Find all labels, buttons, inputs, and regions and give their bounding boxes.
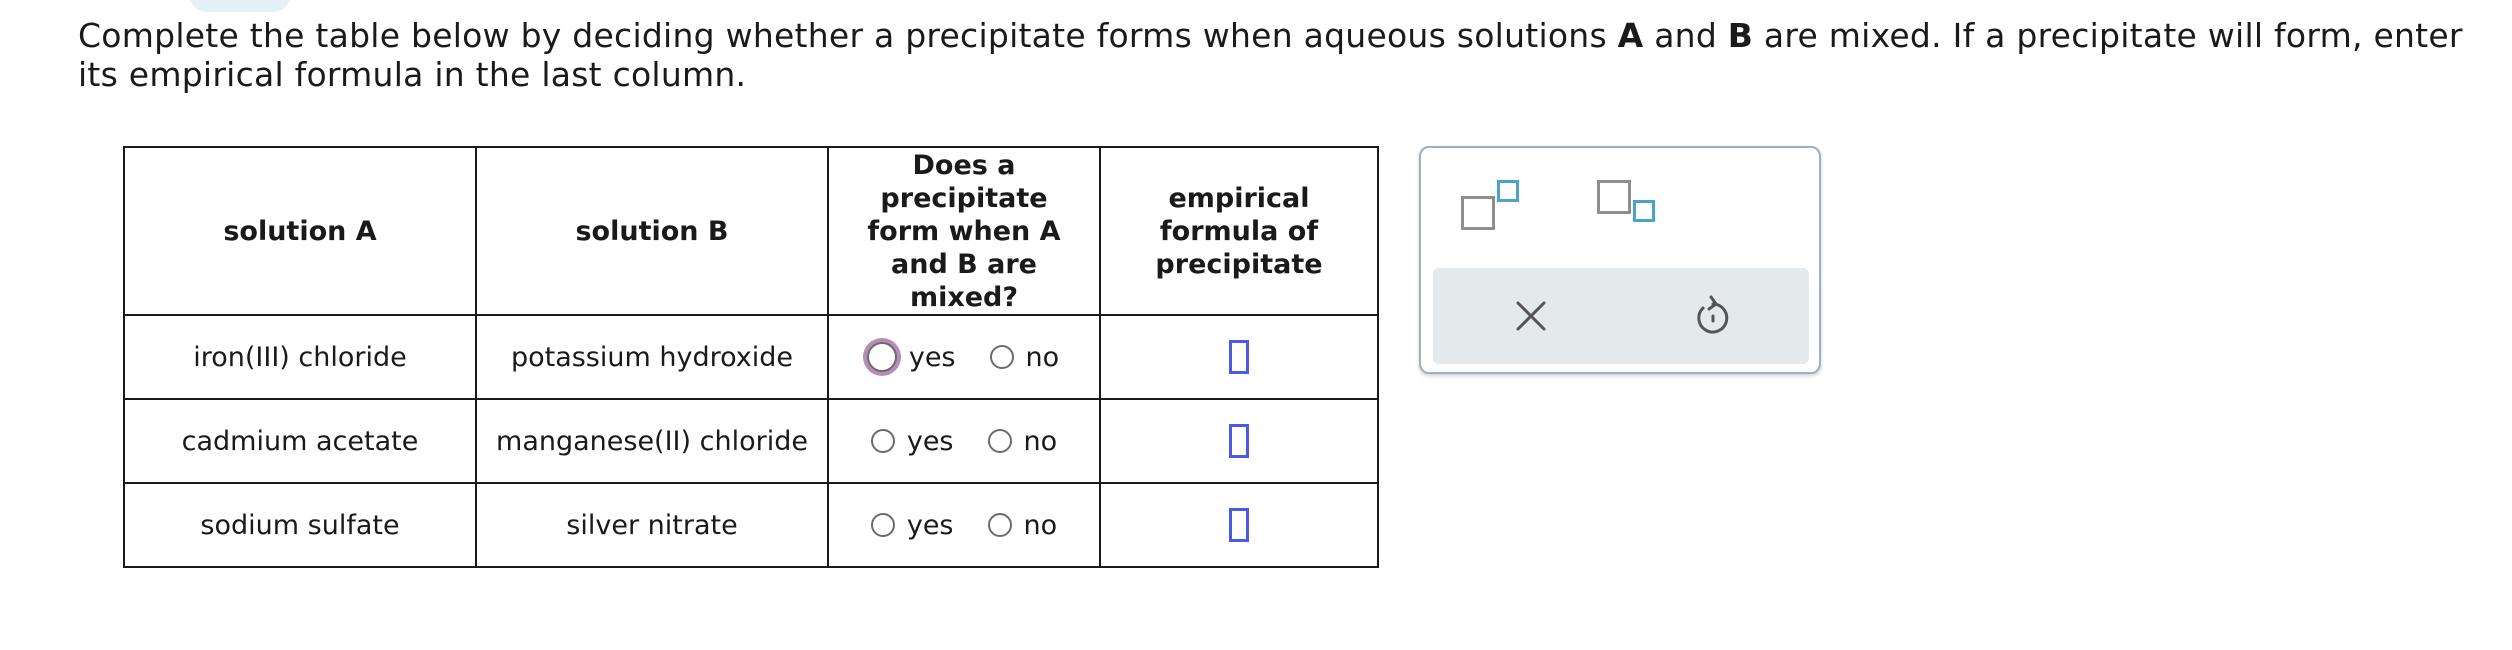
radio-no-label: no <box>1023 509 1058 541</box>
subscript-template-icon[interactable] <box>1597 180 1657 232</box>
table-row: cadmium acetate manganese(II) chloride y… <box>123 398 1379 484</box>
precipitate-radio-group: yes no <box>829 426 1099 457</box>
precipitate-table: solution A solution B Does a precipitate… <box>123 146 1379 568</box>
radio-yes[interactable]: yes <box>870 425 954 457</box>
formula-answer-box[interactable] <box>1229 424 1249 458</box>
header-empirical-formula: empirical formula of precipitate <box>1099 146 1379 316</box>
header-solution-b: solution B <box>475 146 829 316</box>
radio-no-circle[interactable] <box>989 345 1014 369</box>
precipitate-radio-group: yes no <box>829 342 1099 373</box>
radio-yes-circle[interactable] <box>870 513 895 537</box>
cell-solution-a: iron(III) chloride <box>123 314 477 400</box>
superscript-base-square <box>1461 196 1495 230</box>
header-solution-a: solution A <box>123 146 477 316</box>
cell-solution-b: manganese(II) chloride <box>475 398 829 484</box>
radio-yes[interactable]: yes <box>866 341 956 373</box>
radio-no-label: no <box>1025 341 1060 373</box>
formula-answer-box[interactable] <box>1229 508 1249 542</box>
radio-no[interactable]: no <box>987 509 1058 541</box>
radio-yes-label: yes <box>908 341 956 373</box>
cell-solution-b: silver nitrate <box>475 482 829 568</box>
cell-empirical-formula <box>1099 398 1379 484</box>
precipitate-radio-group: yes no <box>829 510 1099 541</box>
cell-empirical-formula <box>1099 482 1379 568</box>
cell-precipitate-choice: yes no <box>827 482 1101 568</box>
radio-yes-label: yes <box>906 425 954 457</box>
radio-no-circle[interactable] <box>987 513 1012 537</box>
radio-yes[interactable]: yes <box>870 509 954 541</box>
radio-yes-circle[interactable] <box>866 342 897 372</box>
radio-no-circle[interactable] <box>987 429 1012 453</box>
table-row: sodium sulfate silver nitrate yes no <box>123 482 1379 568</box>
superscript-exponent-square <box>1497 180 1519 202</box>
cell-empirical-formula <box>1099 314 1379 400</box>
cell-solution-a: sodium sulfate <box>123 482 477 568</box>
table-row: iron(III) chloride potassium hydroxide y… <box>123 314 1379 400</box>
subscript-base-square <box>1597 180 1631 214</box>
tool-action-bar <box>1433 268 1809 364</box>
radio-no-label: no <box>1023 425 1058 457</box>
top-tab-indicator <box>190 0 290 12</box>
close-icon[interactable] <box>1507 292 1555 340</box>
cell-solution-b: potassium hydroxide <box>475 314 829 400</box>
formula-tool-panel <box>1419 146 1821 374</box>
superscript-template-icon[interactable] <box>1461 180 1521 232</box>
radio-no[interactable]: no <box>987 425 1058 457</box>
cell-solution-a: cadmium acetate <box>123 398 477 484</box>
radio-yes-label: yes <box>906 509 954 541</box>
radio-no[interactable]: no <box>989 341 1060 373</box>
header-precipitate-question: Does a precipitate form when A and B are… <box>827 146 1101 316</box>
table-header-row: solution A solution B Does a precipitate… <box>123 146 1379 316</box>
undo-icon[interactable] <box>1689 292 1737 340</box>
formula-answer-box[interactable] <box>1229 340 1249 374</box>
question-prompt: Complete the table below by deciding whe… <box>78 16 2463 94</box>
cell-precipitate-choice: yes no <box>827 398 1101 484</box>
radio-yes-circle[interactable] <box>870 429 895 453</box>
subscript-index-square <box>1633 200 1655 222</box>
cell-precipitate-choice: yes no <box>827 314 1101 400</box>
